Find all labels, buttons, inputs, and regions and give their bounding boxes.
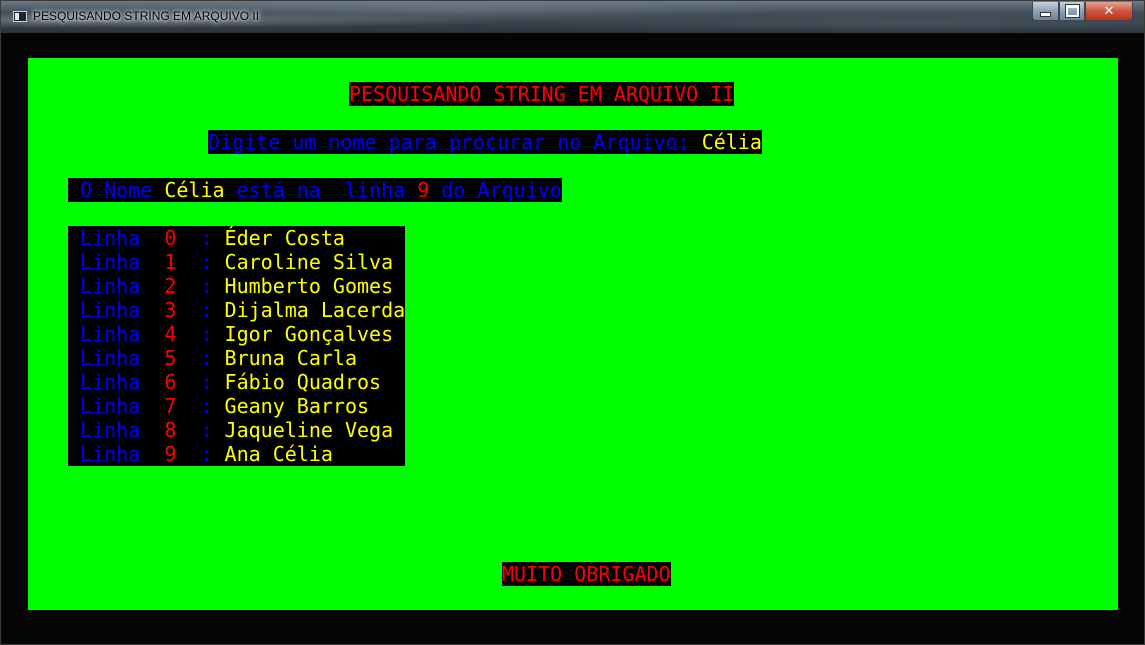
list-item: Linha 1 : Caroline Silva: [68, 250, 406, 274]
row-name: Humberto Gomes: [224, 274, 394, 298]
farewell-message: MUITO OBRIGADO: [502, 562, 671, 586]
row-separator: :: [176, 442, 225, 466]
row-separator: :: [176, 346, 225, 370]
maximize-button[interactable]: [1059, 2, 1085, 21]
minimize-icon: [1040, 11, 1051, 17]
prompt-label: Digite um nome para procurar no Arquivo:: [208, 130, 702, 154]
row-name: Igor Gonçalves: [224, 322, 406, 346]
row-label: Linha: [68, 394, 165, 418]
result-line-number: 9: [417, 178, 430, 202]
row-index: 2: [164, 274, 177, 298]
search-input-value: Célia: [701, 130, 762, 154]
row-label: Linha: [68, 442, 165, 466]
list-item: Linha 2 : Humberto Gomes: [68, 274, 406, 298]
list-item: Linha 3 : Dijalma Lacerda: [68, 298, 406, 322]
row-index: 5: [164, 346, 177, 370]
row-separator: :: [176, 418, 225, 442]
result-name: Célia: [164, 178, 225, 202]
row-index: 8: [164, 418, 177, 442]
close-icon: ✕: [1103, 3, 1115, 19]
row-separator: :: [176, 322, 225, 346]
row-label: Linha: [68, 322, 165, 346]
row-name: Caroline Silva: [224, 250, 394, 274]
row-separator: :: [176, 250, 225, 274]
console-heading: PESQUISANDO STRING EM ARQUIVO II: [349, 82, 735, 106]
search-result: O Nome Célia está na linha 9 do Arquivo: [68, 178, 562, 202]
console-output: PESQUISANDO STRING EM ARQUIVO II Digite …: [28, 58, 1118, 610]
row-name: Dijalma Lacerda: [224, 298, 406, 322]
row-label: Linha: [68, 418, 165, 442]
title-bar[interactable]: PESQUISANDO STRING EM ARQUIVO II ✕: [1, 1, 1144, 33]
row-index: 9: [164, 442, 177, 466]
row-index: 7: [164, 394, 177, 418]
list-item: Linha 8 : Jaqueline Vega: [68, 418, 406, 442]
row-separator: :: [176, 274, 225, 298]
row-separator: :: [176, 226, 225, 250]
list-item: Linha 4 : Igor Gonçalves: [68, 322, 406, 346]
row-separator: :: [176, 370, 225, 394]
maximize-icon: [1065, 5, 1079, 17]
console-window: PESQUISANDO STRING EM ARQUIVO II ✕ PESQU…: [0, 0, 1145, 645]
file-lines-list: Linha 0 : Éder Costa Linha 1 : Caroline …: [68, 226, 406, 466]
row-index: 0: [164, 226, 177, 250]
console-app-icon[interactable]: [13, 11, 27, 22]
row-label: Linha: [68, 226, 165, 250]
search-prompt: Digite um nome para procurar no Arquivo:…: [208, 130, 762, 154]
row-separator: :: [176, 298, 225, 322]
row-label: Linha: [68, 370, 165, 394]
row-label: Linha: [68, 346, 165, 370]
row-index: 1: [164, 250, 177, 274]
row-index: 3: [164, 298, 177, 322]
result-suffix: do Arquivo: [429, 178, 562, 202]
row-index: 4: [164, 322, 177, 346]
list-item: Linha 7 : Geany Barros: [68, 394, 406, 418]
result-middle: está na linha: [224, 178, 418, 202]
row-name: Jaqueline Vega: [224, 418, 406, 442]
result-prefix: O Nome: [68, 178, 165, 202]
list-item: Linha 6 : Fábio Quadros: [68, 370, 406, 394]
list-item: Linha 5 : Bruna Carla: [68, 346, 406, 370]
row-name: Ana Célia: [224, 442, 345, 466]
list-item: Linha 9 : Ana Célia: [68, 442, 406, 466]
row-name: Éder Costa: [224, 226, 382, 250]
row-label: Linha: [68, 250, 165, 274]
window-title: PESQUISANDO STRING EM ARQUIVO II: [33, 9, 260, 23]
row-name: Bruna Carla: [224, 346, 406, 370]
close-button[interactable]: ✕: [1085, 2, 1133, 21]
row-label: Linha: [68, 298, 165, 322]
row-name: Fábio Quadros: [224, 370, 406, 394]
row-separator: :: [176, 394, 225, 418]
row-name: Geany Barros: [224, 394, 406, 418]
minimize-button[interactable]: [1032, 2, 1059, 21]
row-label: Linha: [68, 274, 165, 298]
list-item: Linha 0 : Éder Costa: [68, 226, 406, 250]
row-index: 6: [164, 370, 177, 394]
